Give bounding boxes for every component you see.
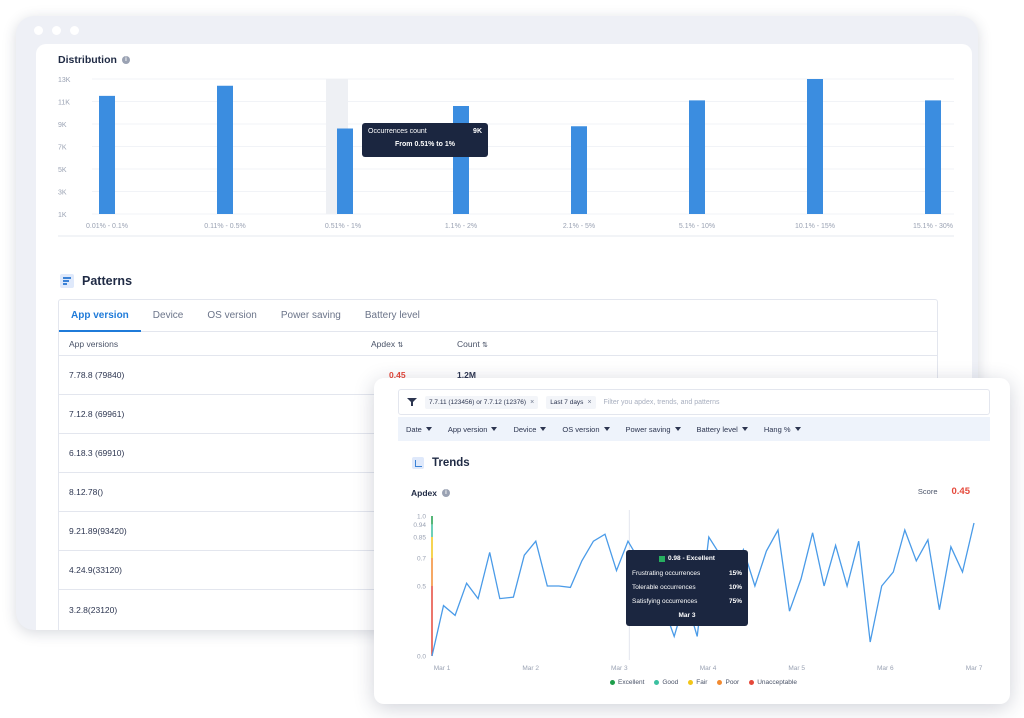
legend-item-good[interactable]: Good <box>654 679 678 686</box>
col-app-versions: App versions <box>69 338 119 349</box>
tab-os-version[interactable]: OS version <box>195 300 268 331</box>
y-tick-label: 5K <box>58 167 67 174</box>
x-tick-label: Mar 6 <box>877 665 894 672</box>
bar <box>337 128 353 214</box>
x-tick-label: 0.01% - 0.1% <box>86 223 128 230</box>
y-tick-label: 3K <box>58 190 67 197</box>
row-name: 8.12.78() <box>69 487 104 497</box>
legend-item-unacceptable[interactable]: Unacceptable <box>749 679 797 686</box>
row-name: 7.78.8 (79840) <box>69 370 125 380</box>
legend-swatch <box>749 680 755 685</box>
x-tick-label: 5.1% - 10% <box>679 223 715 230</box>
tooltip-row-label: Frustrating occurrences <box>632 570 701 577</box>
legend-swatch <box>717 680 723 685</box>
bar <box>571 126 587 214</box>
y-tick-label: 0.0 <box>417 654 426 661</box>
tab-power-saving[interactable]: Power saving <box>269 300 353 331</box>
y-tick-label: 0.94 <box>413 522 426 529</box>
x-tick-label: Mar 2 <box>522 665 539 672</box>
tooltip-row-value: 15% <box>728 570 742 577</box>
patterns-icon <box>60 274 74 288</box>
window-controls <box>34 26 79 35</box>
y-tick-label: 11K <box>58 100 70 107</box>
chart-legend: Excellent Good Fair Poor Unacceptable <box>610 679 797 686</box>
tooltip-row-label: Satisfying occurrences <box>632 598 698 605</box>
row-name: 3.2.8(23120) <box>69 604 118 615</box>
x-tick-label: 1.1% - 2% <box>445 223 477 230</box>
y-tick-label: 0.7 <box>417 556 426 563</box>
x-tick-label: 15.1% - 30% <box>913 223 953 230</box>
tooltip-row: Satisfying occurrences 75% <box>632 598 742 605</box>
y-tick-label: 13K <box>58 77 71 84</box>
col-count-label: Count <box>457 338 480 349</box>
x-tick-label: 2.1% - 5% <box>563 223 595 230</box>
sort-icon[interactable]: ⇅ <box>482 342 488 349</box>
x-tick-label: 10.1% - 15% <box>795 223 835 230</box>
col-apdex-label: Apdex <box>371 338 396 349</box>
bar <box>925 100 941 214</box>
window-dot-2[interactable] <box>52 26 61 35</box>
tooltip-row: Tolerable occurrences 10% <box>632 584 742 591</box>
x-tick-label: 0.11% - 0.5% <box>204 223 246 230</box>
trends-window: 7.7.11 (123456) or 7.7.12 (12376) × Last… <box>374 378 1010 704</box>
col-count[interactable]: Count ⇅ <box>457 339 557 349</box>
status-square <box>659 555 665 562</box>
tooltip-date: Mar 3 <box>678 612 696 619</box>
legend-swatch <box>688 680 694 685</box>
bar <box>689 100 705 214</box>
tooltip-row-value: 75% <box>728 598 742 605</box>
y-tick-label: 0.85 <box>413 535 426 542</box>
tooltip-label: Occurrences count <box>368 128 427 135</box>
row-name: 9.21.89(93420) <box>69 526 127 536</box>
x-tick-label: Mar 3 <box>611 665 628 672</box>
legend-label: Fair <box>696 679 708 686</box>
col-apdex[interactable]: Apdex ⇅ <box>371 339 457 349</box>
window-dot-3[interactable] <box>70 26 79 35</box>
x-tick-label: Mar 4 <box>700 665 717 672</box>
tab-app-version[interactable]: App version <box>59 300 141 332</box>
y-tick-label: 7K <box>58 145 67 152</box>
tab-battery-level[interactable]: Battery level <box>353 300 432 331</box>
x-tick-label: Mar 5 <box>788 665 805 672</box>
y-tick-label: 9K <box>58 122 67 129</box>
apdex-tooltip: 0.98 - Excellent Frustrating occurrences… <box>626 550 748 626</box>
x-tick-label: Mar 7 <box>966 665 983 672</box>
y-tick-label: 1K <box>58 212 67 219</box>
patterns-tabs: App version Device OS version Power savi… <box>59 300 937 332</box>
legend-item-poor[interactable]: Poor <box>717 679 739 686</box>
y-tick-label: 1.0 <box>417 514 426 521</box>
tooltip-row-label: Tolerable occurrences <box>632 584 696 591</box>
legend-item-excellent[interactable]: Excellent <box>610 679 644 686</box>
legend-swatch <box>610 680 615 685</box>
tooltip-range: From 0.51% to 1% <box>395 141 455 148</box>
patterns-header: Patterns <box>60 274 132 288</box>
legend-item-fair[interactable]: Fair <box>688 679 707 686</box>
table-header: App versions Apdex ⇅ Count ⇅ <box>59 332 937 356</box>
bar <box>217 85 233 214</box>
distribution-tooltip: Occurrences count 9K From 0.51% to 1% <box>362 123 488 157</box>
tooltip-value: 9K <box>473 128 482 135</box>
bar <box>99 95 115 214</box>
bar <box>807 79 823 214</box>
legend-label: Excellent <box>618 679 645 686</box>
legend-label: Poor <box>725 679 740 686</box>
legend-label: Unacceptable <box>757 679 797 686</box>
tab-device[interactable]: Device <box>141 300 196 331</box>
legend-swatch <box>654 680 660 685</box>
sort-icon[interactable]: ⇅ <box>397 342 403 349</box>
legend-label: Good <box>662 679 679 686</box>
window-dot-1[interactable] <box>34 26 43 35</box>
row-name: 7.12.8 (69961) <box>69 409 125 419</box>
distribution-chart: 1K 3K 5K 7K 9K 11K 13K 0.01% - 0.1% 0.11% - 0.5%… <box>58 77 954 237</box>
apdex-chart: 0.0 0.5 0.7 0.85 0.941.0 Mar 1 Mar 2 Mar 3 Mar 4… <box>413 510 983 672</box>
row-name: 6.18.3 (69910) <box>69 448 125 458</box>
row-name: 4.24.9(33120) <box>69 565 122 575</box>
y-tick-label: 0.5 <box>417 584 426 591</box>
tooltip-status: 0.98 - Excellent <box>668 555 715 562</box>
tooltip-row-value: 10% <box>728 584 742 591</box>
x-tick-label: 0.51% - 1% <box>325 223 361 230</box>
x-tick-label: Mar 1 <box>434 665 451 672</box>
tooltip-row: Frustrating occurrences 15% <box>632 570 742 577</box>
patterns-title: Patterns <box>82 274 133 288</box>
